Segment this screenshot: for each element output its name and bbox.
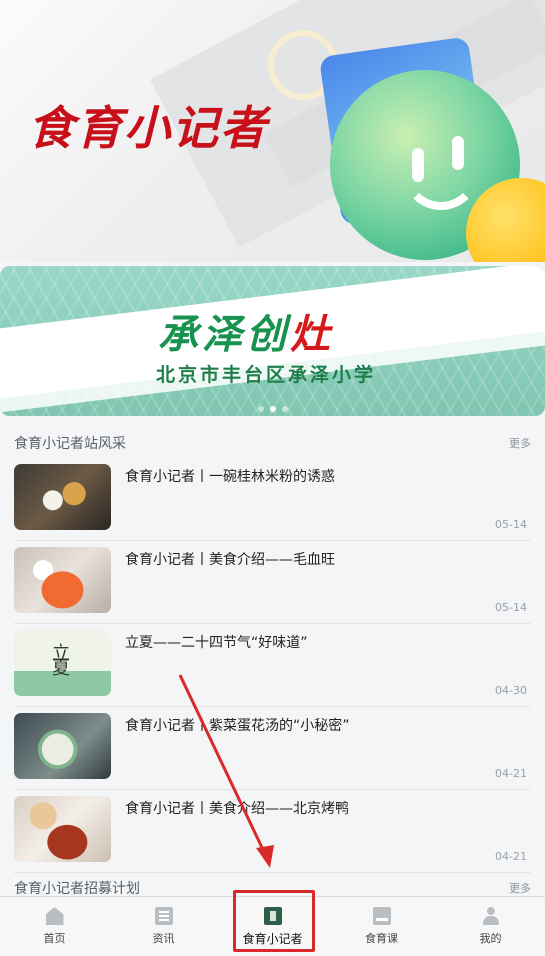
section-title: 食育小记者站风采: [14, 436, 126, 452]
list-item[interactable]: 食育小记者丨紫菜蛋花汤的“小秘密” 04-21: [14, 707, 531, 790]
banner-title-red: 灶: [290, 311, 334, 358]
tab-label: 我的: [479, 932, 502, 945]
course-icon: [372, 907, 391, 925]
thumbnail-calligraphy: 立夏: [52, 643, 70, 679]
article-date: 04-21: [495, 850, 527, 863]
article-thumbnail: [14, 464, 111, 530]
article-title: 食育小记者丨紫菜蛋花汤的“小秘密”: [125, 718, 350, 734]
article-date: 04-30: [495, 684, 527, 697]
more-link[interactable]: 更多: [509, 435, 531, 451]
tab-news[interactable]: 资讯: [109, 897, 218, 956]
tab-home[interactable]: 首页: [0, 897, 109, 956]
hero-banner: 食育小记者: [0, 0, 545, 262]
home-icon: [45, 907, 64, 925]
list-item[interactable]: 食育小记者丨美食介绍——北京烤鸭 04-21: [14, 790, 531, 873]
annotation-highlight-box: [233, 890, 315, 952]
school-banner-carousel[interactable]: 承泽创灶 北京市丰台区承泽小学: [0, 266, 545, 416]
article-date: 04-21: [495, 767, 527, 780]
news-icon: [154, 907, 173, 925]
article-date: 05-14: [495, 518, 527, 531]
article-title: 立夏——二十四节气“好味道”: [125, 635, 308, 651]
carousel-dots: [0, 406, 545, 412]
section-header: 食育小记者站风采 更多: [14, 433, 531, 453]
carousel-dot[interactable]: [281, 406, 288, 412]
tab-label: 首页: [43, 932, 66, 945]
list-item[interactable]: 食育小记者丨一碗桂林米粉的诱惑 05-14: [14, 458, 531, 541]
article-list: 食育小记者丨一碗桂林米粉的诱惑 05-14 食育小记者丨美食介绍——毛血旺 05…: [14, 458, 531, 873]
smiley-mouth: [402, 160, 480, 210]
banner-title-green: 承泽创: [158, 311, 290, 358]
carousel-dot[interactable]: [257, 406, 264, 412]
carousel-dot-active[interactable]: [269, 406, 276, 412]
list-item[interactable]: 食育小记者丨美食介绍——毛血旺 05-14: [14, 541, 531, 624]
tab-label: 食育课: [365, 932, 398, 945]
tab-food-course[interactable]: 食育课: [327, 897, 436, 956]
banner-subtitle: 北京市丰台区承泽小学: [156, 364, 377, 386]
article-thumbnail: [14, 547, 111, 613]
tab-profile[interactable]: 我的: [436, 897, 545, 956]
tab-label: 资讯: [152, 932, 175, 945]
article-thumbnail: [14, 796, 111, 862]
article-thumbnail: [14, 713, 111, 779]
article-title: 食育小记者丨美食介绍——毛血旺: [125, 552, 335, 568]
more-link[interactable]: 更多: [509, 880, 531, 896]
profile-icon: [482, 907, 500, 925]
article-title: 食育小记者丨一碗桂林米粉的诱惑: [125, 469, 335, 485]
section-title: 食育小记者招募计划: [14, 881, 140, 897]
banner-title: 承泽创灶: [158, 302, 334, 360]
article-title: 食育小记者丨美食介绍——北京烤鸭: [125, 801, 349, 817]
list-item[interactable]: 立夏 立夏——二十四节气“好味道” 04-30: [14, 624, 531, 707]
article-date: 05-14: [495, 601, 527, 614]
hero-title: 食育小记者: [28, 101, 268, 155]
article-thumbnail: 立夏: [14, 630, 111, 696]
